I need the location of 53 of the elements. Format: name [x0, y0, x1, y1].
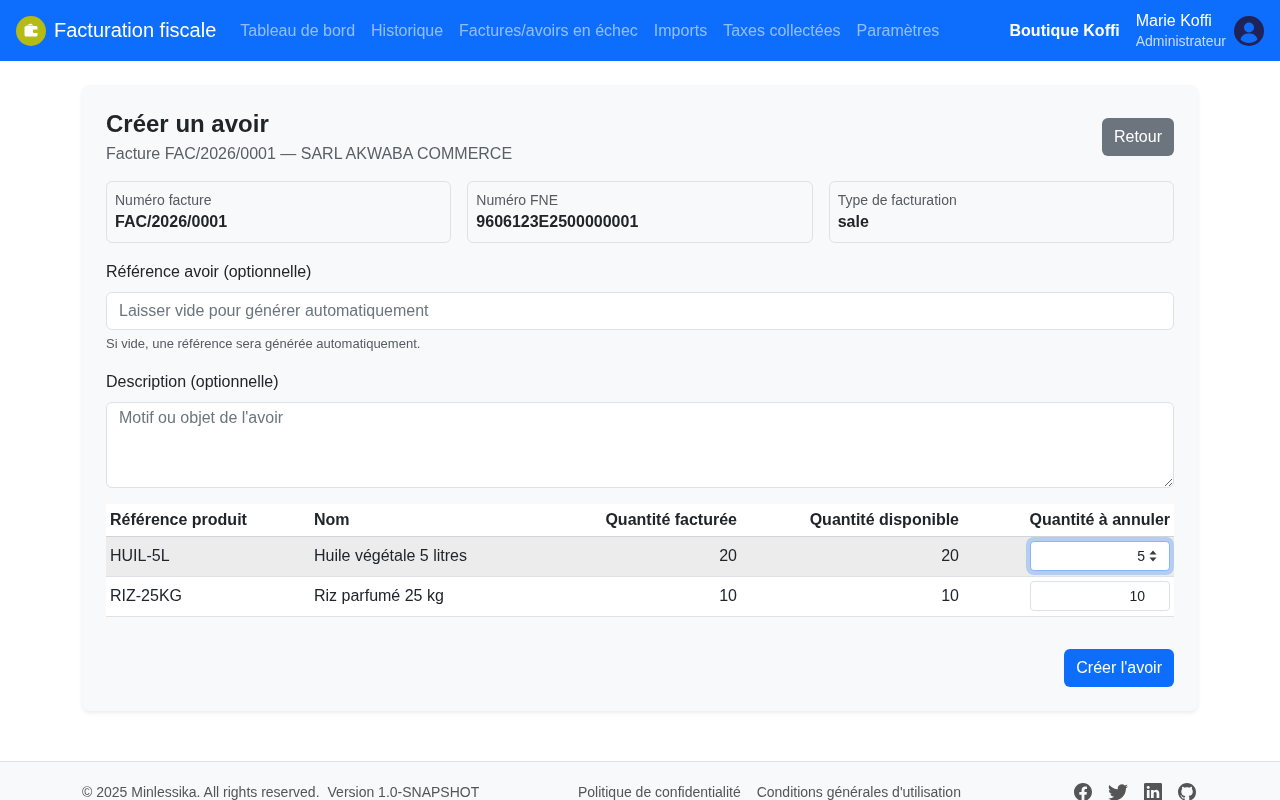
footer-link[interactable]: Conditions générales d'utilisation	[756, 783, 961, 800]
info-label: Numéro facture	[115, 191, 213, 209]
quantity-input[interactable]: 10	[1030, 581, 1170, 611]
copyright-text: © 2025 Minlessika. All rights reserved.	[82, 783, 320, 800]
table-row[interactable]: HUIL-5L Huile végétale 5 litres 20 20 5	[106, 536, 1174, 576]
column-header: Quantité à annuler	[963, 504, 1174, 536]
wallet-icon	[16, 15, 46, 46]
info-value: 9606123E2500000001	[476, 212, 640, 232]
reference-input[interactable]: Laisser vide pour générer automatiquement	[106, 292, 1174, 330]
table-cell: Riz parfumé 25 kg	[310, 576, 540, 616]
description-textarea[interactable]: Motif ou objet de l'avoir	[106, 402, 1174, 488]
nav-link[interactable]: Tableau de bord	[232, 21, 364, 40]
table-cell: 10	[741, 576, 963, 616]
column-header: Quantité facturée	[540, 504, 741, 536]
facebook-icon[interactable]	[1074, 783, 1092, 800]
page-subtitle: Facture FAC/2026/0001 — SARL AKWABA COMMERCE	[106, 144, 513, 164]
footer-link[interactable]: Politique de confidentialité	[578, 783, 741, 800]
nav-link[interactable]: Historique	[363, 21, 452, 40]
nav-link[interactable]: Imports	[645, 21, 716, 40]
table-cell: RIZ-25KG	[106, 576, 310, 616]
twitter-bird-icon[interactable]	[1108, 783, 1128, 800]
field-label: Référence avoir (optionnelle)	[106, 262, 313, 282]
create-credit-note-button[interactable]: Créer l'avoir	[1064, 648, 1174, 687]
company-name: Boutique Koffi	[1009, 21, 1120, 40]
avatar-icon[interactable]	[1234, 15, 1264, 46]
back-button[interactable]: Retour	[1101, 118, 1174, 156]
user-role: Administrateur	[1135, 31, 1226, 51]
nav-link[interactable]: Factures/avoirs en échec	[451, 21, 646, 40]
column-header: Quantité disponible	[741, 504, 963, 536]
table-cell: 20	[540, 536, 741, 576]
linkedin-icon[interactable]	[1144, 783, 1162, 800]
info-label: Numéro FNE	[476, 191, 559, 209]
github-icon[interactable]	[1178, 783, 1196, 800]
user-name: Marie Koffi	[1135, 10, 1213, 31]
quantity-input[interactable]: 5	[1030, 541, 1170, 571]
help-text: Si vide, une référence sera générée automatiquement.	[106, 335, 422, 353]
column-header: Référence produit	[106, 504, 310, 536]
table-cell: HUIL-5L	[106, 536, 310, 576]
info-label: Type de facturation	[837, 191, 958, 209]
stepper-icon[interactable]	[1149, 550, 1157, 562]
table-row[interactable]: RIZ-25KG Riz parfumé 25 kg 10 10 10	[106, 576, 1174, 616]
nav-link[interactable]: Paramètres	[848, 21, 948, 40]
info-value: sale	[837, 212, 870, 232]
app-title[interactable]: Facturation fiscale	[54, 19, 217, 42]
page-title: Créer un avoir	[106, 109, 270, 139]
table-cell: 10	[540, 576, 741, 616]
column-header: Nom	[310, 504, 540, 536]
version-text: Version 1.0-SNAPSHOT	[327, 783, 480, 800]
info-value: FAC/2026/0001	[115, 212, 229, 232]
table-cell: 20	[741, 536, 963, 576]
table-cell: Huile végétale 5 litres	[310, 536, 540, 576]
field-label: Description (optionnelle)	[106, 372, 280, 392]
nav-link[interactable]: Taxes collectées	[715, 21, 849, 40]
